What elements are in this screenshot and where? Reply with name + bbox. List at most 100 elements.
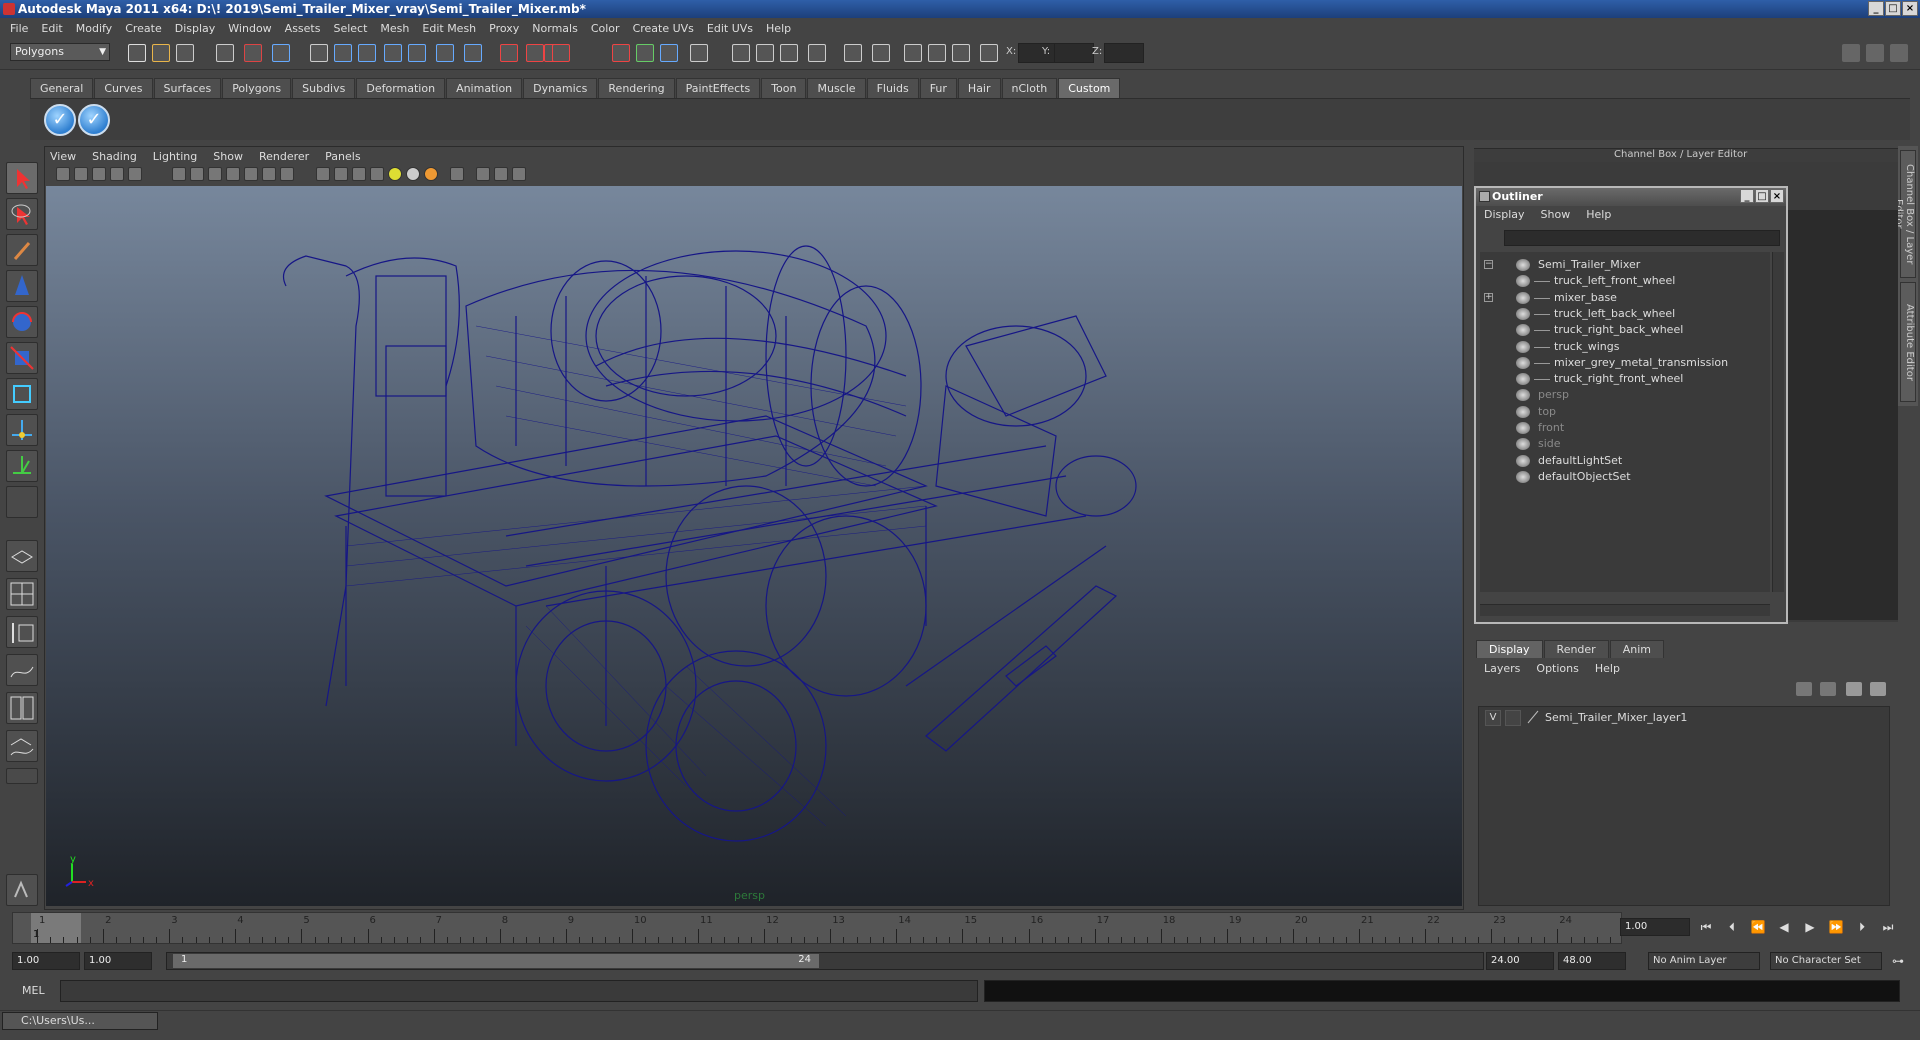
shelf-tab-toon[interactable]: Toon xyxy=(761,78,807,98)
outliner-filter-input[interactable] xyxy=(1504,230,1780,246)
snap-plane-icon[interactable] xyxy=(384,44,402,62)
menu-select[interactable]: Select xyxy=(333,22,367,35)
single-pane-layout-icon[interactable] xyxy=(6,540,38,572)
go-to-end-icon[interactable]: ⏭ xyxy=(1878,918,1898,936)
shelf-tab-fur[interactable]: Fur xyxy=(919,78,957,98)
snap-point-icon[interactable] xyxy=(358,44,376,62)
isolate-select-icon[interactable] xyxy=(128,167,142,181)
select-object-icon[interactable] xyxy=(244,44,262,62)
z-field[interactable] xyxy=(1104,43,1144,63)
grid-toggle-icon[interactable] xyxy=(172,167,186,181)
toggle-channel-box-icon[interactable] xyxy=(1842,44,1860,62)
ipr-render-icon[interactable] xyxy=(500,44,518,62)
outliner-vertical-scrollbar[interactable] xyxy=(1772,252,1784,592)
layer-color-swatch-icon[interactable] xyxy=(1525,710,1541,726)
minimized-explorer-window[interactable]: C:\Users\Us... xyxy=(2,1012,158,1030)
menu-color[interactable]: Color xyxy=(591,22,620,35)
range-slider[interactable]: 1 24 xyxy=(166,952,1484,970)
playback-end-field[interactable]: 24.00 xyxy=(1486,952,1554,970)
script-editor-icon[interactable] xyxy=(6,874,38,906)
outliner-item[interactable]: truck_left_back_wheel xyxy=(1480,305,1770,323)
smooth-shade-icon[interactable] xyxy=(334,167,348,181)
outliner-menu-display[interactable]: Display xyxy=(1484,208,1525,224)
step-forward-frame-icon[interactable]: ⏵ xyxy=(1852,918,1872,936)
shelf-check-button-1[interactable]: ✓ xyxy=(44,104,76,136)
new-scene-icon[interactable] xyxy=(128,44,146,62)
close-button[interactable]: × xyxy=(1902,1,1918,16)
shelf-tab-subdivs[interactable]: Subdivs xyxy=(292,78,356,98)
new-layer-icon[interactable] xyxy=(1846,682,1862,696)
camera-attributes-icon[interactable] xyxy=(74,167,88,181)
high-quality-icon[interactable] xyxy=(494,167,508,181)
move-layer-up-icon[interactable] xyxy=(1796,682,1812,696)
lock-icon[interactable] xyxy=(612,44,630,62)
toggle-attribute-editor-icon[interactable] xyxy=(1866,44,1884,62)
shelf-tab-custom[interactable]: Custom xyxy=(1058,78,1121,98)
play-backwards-icon[interactable]: ◀ xyxy=(1774,918,1794,936)
new-layer-from-selected-icon[interactable] xyxy=(1870,682,1886,696)
shelf-tab-painteffects[interactable]: PaintEffects xyxy=(675,78,761,98)
script-editor-icon[interactable] xyxy=(928,44,946,62)
outliner-item[interactable]: front xyxy=(1480,419,1770,437)
range-slider-handle[interactable]: 1 24 xyxy=(173,954,819,968)
playback-start-field[interactable]: 1.00 xyxy=(84,952,152,970)
bookmark-icon[interactable] xyxy=(92,167,106,181)
textured-icon[interactable] xyxy=(370,167,384,181)
paint-select-tool-icon[interactable] xyxy=(6,234,38,266)
sequence-icon[interactable] xyxy=(952,44,970,62)
menu-help[interactable]: Help xyxy=(766,22,791,35)
toggle-tool-settings-icon[interactable] xyxy=(1890,44,1908,62)
animation-start-field[interactable]: 1.00 xyxy=(12,952,80,970)
shelf-tab-deformation[interactable]: Deformation xyxy=(356,78,446,98)
move-tool-icon[interactable] xyxy=(6,270,38,302)
menu-mesh[interactable]: Mesh xyxy=(380,22,409,35)
shelf-tab-curves[interactable]: Curves xyxy=(94,78,153,98)
outliner-item[interactable]: truck_left_front_wheel xyxy=(1480,272,1770,290)
menu-normals[interactable]: Normals xyxy=(532,22,578,35)
auto-key-icon[interactable]: ⊶ xyxy=(1888,952,1908,970)
select-camera-icon[interactable] xyxy=(56,167,70,181)
hypershade-persp-layout-icon[interactable] xyxy=(6,692,38,724)
shelf-tab-general[interactable]: General xyxy=(30,78,94,98)
menu-edit-mesh[interactable]: Edit Mesh xyxy=(422,22,476,35)
light-icon[interactable] xyxy=(732,44,750,62)
panel-icon[interactable] xyxy=(980,44,998,62)
layer-menu-help[interactable]: Help xyxy=(1595,662,1620,675)
render-settings-icon[interactable] xyxy=(526,44,544,62)
select-component-icon[interactable] xyxy=(272,44,290,62)
make-live-icon[interactable] xyxy=(408,44,426,62)
expand-icon[interactable]: + xyxy=(1484,292,1493,302)
layer-menu-layers[interactable]: Layers xyxy=(1484,662,1520,675)
menu-modify[interactable]: Modify xyxy=(76,22,112,35)
command-input[interactable] xyxy=(60,980,978,1002)
menu-set-select[interactable]: Polygons ▼ xyxy=(10,43,110,61)
outliner-item[interactable]: truck_right_front_wheel xyxy=(1480,370,1770,388)
joint-icon[interactable] xyxy=(780,44,798,62)
maximize-button[interactable]: □ xyxy=(1885,1,1901,16)
step-back-key-icon[interactable]: ⏪ xyxy=(1748,918,1768,936)
four-pane-layout-icon[interactable] xyxy=(6,578,38,610)
menu-edit[interactable]: Edit xyxy=(41,22,62,35)
time-slider[interactable]: 1 12345678910111213141516171819202122232… xyxy=(12,912,1622,944)
layer-row[interactable]: V Semi_Trailer_Mixer_layer1 xyxy=(1479,707,1889,729)
menu-window[interactable]: Window xyxy=(228,22,271,35)
outliner-item[interactable]: mixer_grey_metal_transmission xyxy=(1480,354,1770,372)
snap-curve-icon[interactable] xyxy=(334,44,352,62)
viewport-menu-view[interactable]: View xyxy=(50,150,76,166)
outliner-close-button[interactable]: × xyxy=(1770,189,1784,203)
persp-graph-layout-icon[interactable] xyxy=(6,730,38,762)
layer-menu-options[interactable]: Options xyxy=(1536,662,1578,675)
viewport-menu-renderer[interactable]: Renderer xyxy=(259,150,309,166)
outliner-item[interactable]: truck_wings xyxy=(1480,338,1770,356)
menu-create-uvs[interactable]: Create UVs xyxy=(633,22,694,35)
shelf-tab-polygons[interactable]: Polygons xyxy=(222,78,292,98)
step-forward-key-icon[interactable]: ⏩ xyxy=(1826,918,1846,936)
show-manipulator-icon[interactable] xyxy=(6,450,38,482)
animation-end-field[interactable]: 48.00 xyxy=(1558,952,1626,970)
graph-persp-layout-icon[interactable] xyxy=(6,654,38,686)
scale-tool-icon[interactable] xyxy=(6,342,38,374)
isolate-view-icon[interactable] xyxy=(512,167,526,181)
layer-tab-display[interactable]: Display xyxy=(1476,640,1543,658)
shelf-tab-animation[interactable]: Animation xyxy=(446,78,523,98)
shelf-tab-dynamics[interactable]: Dynamics xyxy=(523,78,598,98)
